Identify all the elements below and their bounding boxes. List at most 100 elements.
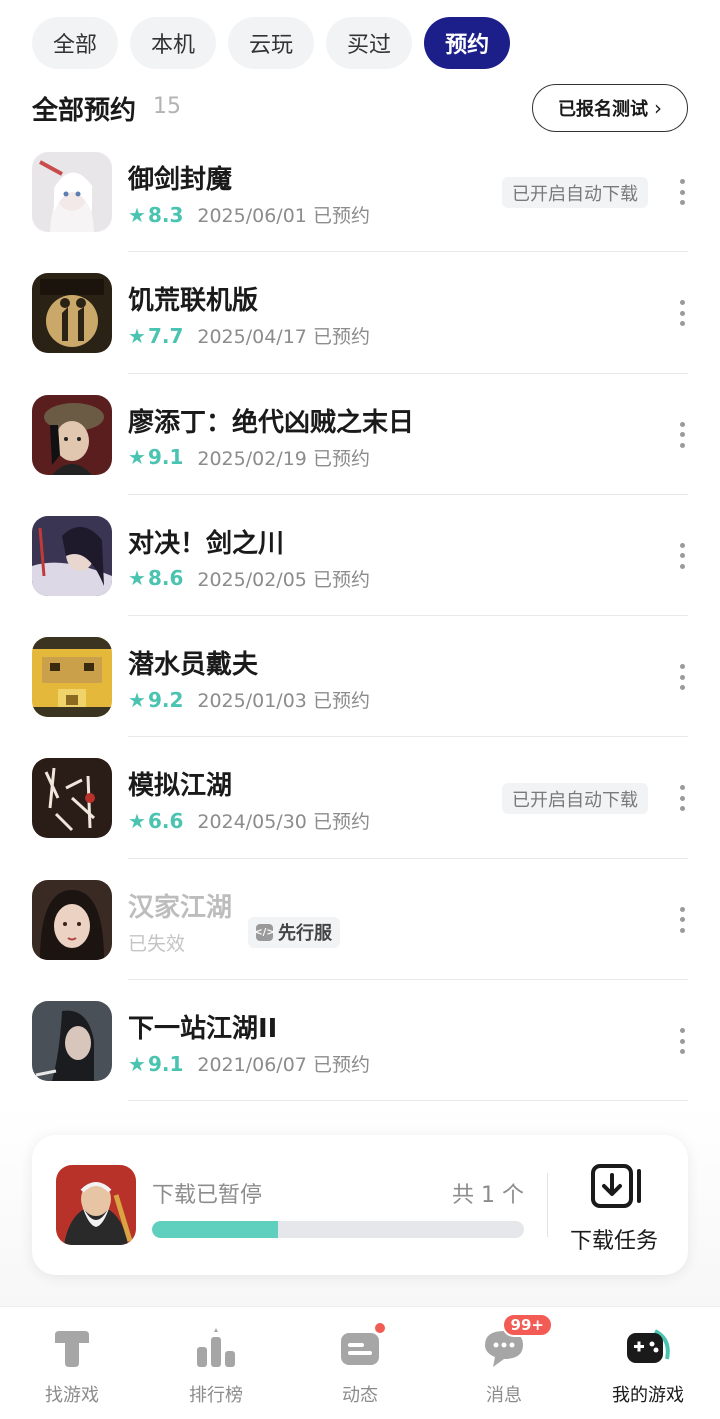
star-icon: ★ [128,808,146,833]
game-meta: ★ 8.6 2025/02/05 已预约 [128,565,370,592]
list-item[interactable]: 下一站江湖II ★ 9.1 2021/06/07 已预约 [0,980,720,1102]
game-icon [32,637,112,718]
filter-tabs: 全部 本机 云玩 买过 预约 [32,17,511,69]
tab-reserved[interactable]: 预约 [424,17,511,69]
reserve-status: 已预约 [312,1054,370,1077]
reserve-date: 2025/01/03 [197,690,307,713]
star-icon: ★ [128,687,146,712]
list-item[interactable]: 饥荒联机版 ★ 7.7 2025/04/17 已预约 [0,252,720,374]
find-game-icon [55,1331,89,1367]
reserve-status: 已预约 [312,205,370,227]
nav-my-games[interactable]: 我的游戏 [576,1307,720,1419]
game-meta: ★ 9.1 2025/02/19 已预约 [128,444,370,471]
list-item[interactable]: 对决！剑之川 ★ 8.6 2025/02/05 已预约 [0,495,720,617]
game-meta: ★ 8.3 2025/06/01 已预约 [128,201,370,228]
game-name: 模拟江湖 [128,771,233,802]
nav-label: 消息 [486,1385,522,1406]
game-score: ★ 9.1 [128,1051,184,1076]
nav-ranking[interactable]: 排行榜 [144,1307,288,1419]
game-icon [32,394,112,475]
game-meta: ★ 7.7 2025/04/17 已预约 [128,322,370,349]
more-options-icon[interactable] [678,906,686,933]
list-item[interactable]: 模拟江湖 ★ 6.6 2024/05/30 已预约 已开启自动下载 [0,737,720,859]
reservation-list: 御剑封魔 ★ 8.3 2025/06/01 已预约 已开启自动下载 饥荒联机版 ★… [0,131,720,1102]
list-item[interactable]: 潜水员戴夫 ★ 9.2 2025/01/03 已预约 [0,616,720,738]
tab-local[interactable]: 本机 [130,17,217,69]
more-options-icon[interactable] [678,542,686,569]
reserve-status: 已预约 [312,326,370,349]
game-name: 汉家江湖 [128,892,233,923]
game-icon [32,1001,112,1082]
download-game-icon [56,1165,136,1245]
section-title: 全部预约 [32,96,137,126]
reserve-date: 2025/04/17 [197,326,307,349]
game-icon [32,152,112,232]
nav-label: 排行榜 [189,1385,243,1406]
ranking-icon [197,1328,235,1367]
game-icon [32,515,112,596]
nav-feed[interactable]: 动态 [288,1307,432,1419]
tab-purchased[interactable]: 买过 [326,17,413,69]
more-options-icon[interactable] [678,179,686,205]
reserve-date: 2025/06/01 [197,205,307,227]
nav-label: 找游戏 [45,1385,99,1406]
game-name: 御剑封魔 [128,165,233,195]
game-icon [32,758,112,839]
nav-label: 我的游戏 [612,1385,684,1406]
download-progress-bar [152,1221,524,1238]
pre-release-tag: </> 先行服 [248,916,340,948]
bottom-nav: 找游戏 排行榜 动态 99+ 消息 我的游戏 [0,1306,720,1419]
more-options-icon[interactable] [678,664,686,691]
auto-download-tag: 已开启自动下载 [502,177,648,208]
reserve-date: 2024/05/30 [197,811,307,834]
download-status: 下载已暂停 [152,1183,263,1208]
reserve-date: 2025/02/05 [197,568,307,591]
game-icon [32,879,112,960]
my-games-icon [627,1329,670,1363]
section-count: 15 [153,94,181,119]
more-options-icon[interactable] [678,300,686,327]
reserve-date: 2025/02/19 [197,447,307,470]
game-meta: 已失效 [128,929,185,956]
game-name: 廖添丁：绝代凶贼之末日 [128,407,415,438]
game-name: 潜水员戴夫 [128,650,259,681]
registered-test-label: 已报名测试 [558,99,648,120]
list-item[interactable]: 汉家江湖 </> 先行服 已失效 [0,859,720,981]
game-score: ★ 8.3 [128,202,184,227]
list-item[interactable]: 廖添丁：绝代凶贼之末日 ★ 9.1 2025/02/19 已预约 [0,374,720,495]
tab-cloud[interactable]: 云玩 [228,17,315,69]
message-badge: 99+ [501,1313,553,1337]
star-icon: ★ [128,566,146,591]
star-icon: ★ [128,1051,146,1076]
more-options-icon[interactable] [678,785,686,812]
notification-dot [373,1321,387,1335]
nav-find-game[interactable]: 找游戏 [0,1307,144,1419]
download-card[interactable]: 下载已暂停 共 1 个 下载任务 [32,1135,688,1275]
reserve-status: 已预约 [312,811,370,834]
game-name: 下一站江湖II [128,1014,278,1045]
tab-all[interactable]: 全部 [32,17,119,69]
game-meta: ★ 6.6 2024/05/30 已预约 [128,807,370,834]
game-icon [32,273,112,354]
more-options-icon[interactable] [678,1028,686,1055]
download-task-icon[interactable] [590,1163,644,1209]
list-item[interactable]: 御剑封魔 ★ 8.3 2025/06/01 已预约 已开启自动下载 [0,131,720,253]
message-icon: 99+ [481,1313,553,1371]
reserve-status: 已预约 [312,568,370,591]
star-icon: ★ [128,445,146,470]
game-score: ★ 9.1 [128,445,184,470]
auto-download-tag: 已开启自动下载 [502,783,648,815]
feed-icon [337,1321,387,1371]
game-score: ★ 8.6 [128,566,184,591]
chevron-right-icon: › [654,96,662,120]
registered-test-button[interactable]: 已报名测试 › [532,84,688,132]
more-options-icon[interactable] [678,421,686,448]
game-meta: ★ 9.1 2021/06/07 已预约 [128,1050,370,1077]
nav-label: 动态 [342,1385,378,1406]
download-task-label[interactable]: 下载任务 [570,1223,658,1255]
reserve-date: 2021/06/07 [197,1054,307,1077]
game-score: ★ 7.7 [128,323,184,348]
download-count: 共 1 个 [452,1183,524,1208]
reserve-status: 已预约 [312,447,370,470]
nav-messages[interactable]: 99+ 消息 [432,1307,576,1419]
